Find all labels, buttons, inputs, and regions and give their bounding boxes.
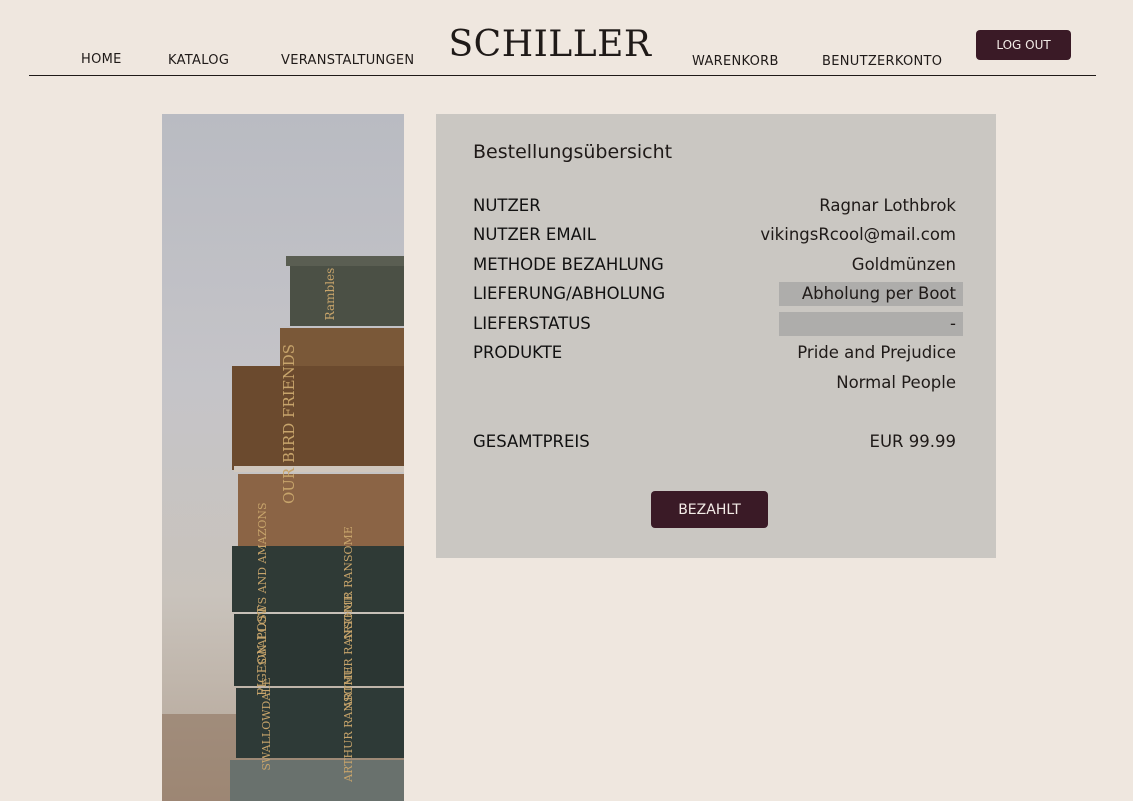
book-3 xyxy=(232,366,404,470)
value-nutzer: Ragnar Lothbrok xyxy=(819,196,956,215)
book-1 xyxy=(290,262,404,326)
value-produkt-1: Pride and Prejudice xyxy=(797,343,956,362)
value-lieferung-abholung: Abholung per Boot xyxy=(779,282,963,306)
book-2 xyxy=(280,328,404,368)
label-lieferstatus: LIEFERSTATUS xyxy=(473,314,591,333)
book-stack-illustration: OUR BIRD FRIENDS SWALLOWS AND AMAZONS AR… xyxy=(162,256,404,801)
spine-text: Rambles xyxy=(323,268,337,321)
nav-benutzerkonto[interactable]: BENUTZERKONTO xyxy=(822,54,942,69)
spine-text: SWALLOWDALE xyxy=(260,677,273,770)
spine-text: ARTHUR RANSOME xyxy=(342,666,355,783)
logo-text: SCHILLER xyxy=(448,24,652,65)
label-produkte: PRODUKTE xyxy=(473,343,563,362)
logout-button[interactable]: LOG OUT xyxy=(976,30,1071,60)
paid-button[interactable]: BEZAHLT xyxy=(651,491,768,528)
value-nutzer-email: vikingsRcool@mail.com xyxy=(760,225,956,244)
spine-text: OUR BIRD FRIENDS xyxy=(280,344,298,504)
label-methode-bezahlung: METHODE BEZAHLUNG xyxy=(473,255,664,274)
label-gesamtpreis: GESAMTPREIS xyxy=(473,432,590,451)
label-lieferung-abholung: LIEFERUNG/ABHOLUNG xyxy=(473,284,666,303)
value-lieferstatus: - xyxy=(779,312,963,336)
books-photo: OUR BIRD FRIENDS SWALLOWS AND AMAZONS AR… xyxy=(162,114,404,801)
value-produkt-2: Normal People xyxy=(836,373,956,392)
book-8 xyxy=(230,760,404,801)
header-divider xyxy=(29,75,1096,76)
label-nutzer-email: NUTZER EMAIL xyxy=(473,225,596,244)
value-gesamtpreis: EUR 99.99 xyxy=(869,432,956,451)
value-methode-bezahlung: Goldmünzen xyxy=(851,255,956,274)
panel-title: Bestellungsübersicht xyxy=(473,141,673,163)
order-summary-panel: Bestellungsübersicht NUTZER Ragnar Lothb… xyxy=(436,114,996,558)
label-nutzer: NUTZER xyxy=(473,196,541,215)
nav-warenkorb[interactable]: WARENKORB xyxy=(692,54,779,69)
